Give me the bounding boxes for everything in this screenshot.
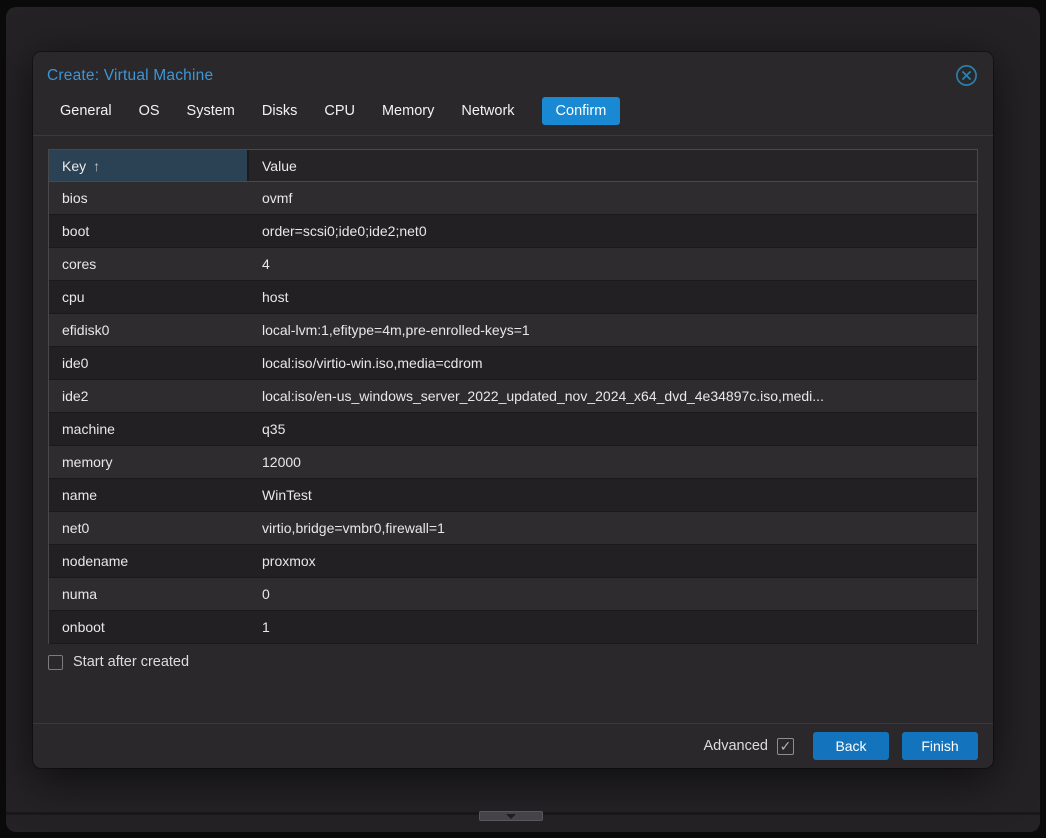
create-vm-dialog: Create: Virtual Machine General OS System D… (33, 52, 993, 768)
table-header-row: Key ↑ Value (49, 150, 977, 182)
finish-button[interactable]: Finish (902, 732, 978, 760)
table-row[interactable]: cpuhost (49, 281, 977, 314)
cell-key: name (49, 479, 249, 511)
cell-key: net0 (49, 512, 249, 544)
cell-key: ide0 (49, 347, 249, 379)
tab-disks[interactable]: Disks (262, 97, 297, 125)
start-after-created-checkbox[interactable] (48, 655, 63, 670)
cell-value: q35 (249, 413, 977, 445)
table-row[interactable]: ide0local:iso/virtio-win.iso,media=cdrom (49, 347, 977, 380)
cell-value: order=scsi0;ide0;ide2;net0 (249, 215, 977, 247)
cell-value: ovmf (249, 182, 977, 214)
cell-value: 0 (249, 578, 977, 610)
advanced-label: Advanced (704, 738, 769, 754)
cell-value: local-lvm:1,efitype=4m,pre-enrolled-keys… (249, 314, 977, 346)
tab-bar: General OS System Disks CPU Memory Network Conf… (33, 93, 993, 136)
start-after-created-row: Start after created (48, 654, 978, 670)
grid-body: biosovmfbootorder=scsi0;ide0;ide2;net0co… (49, 182, 977, 644)
chevron-down-icon (506, 814, 516, 819)
column-header-key-label: Key (62, 158, 86, 174)
table-row[interactable]: nodenameproxmox (49, 545, 977, 578)
confirm-settings-table: Key ↑ Value biosovmfbootorder=scsi0;ide0… (48, 149, 978, 644)
cell-key: efidisk0 (49, 314, 249, 346)
table-row[interactable]: cores4 (49, 248, 977, 281)
panel-collapse-handle[interactable] (479, 811, 543, 821)
cell-value: proxmox (249, 545, 977, 577)
dialog-header: Create: Virtual Machine (33, 52, 993, 93)
column-header-key[interactable]: Key ↑ (49, 150, 249, 181)
cell-value: WinTest (249, 479, 977, 511)
table-row[interactable]: net0virtio,bridge=vmbr0,firewall=1 (49, 512, 977, 545)
table-row[interactable]: machineq35 (49, 413, 977, 446)
cell-value: host (249, 281, 977, 313)
tab-cpu[interactable]: CPU (324, 97, 355, 125)
start-after-created-label: Start after created (73, 654, 189, 670)
dialog-body: Key ↑ Value biosovmfbootorder=scsi0;ide0… (33, 136, 993, 723)
cell-key: memory (49, 446, 249, 478)
page-background: Create: Virtual Machine General OS System D… (6, 7, 1040, 832)
dialog-title: Create: Virtual Machine (47, 67, 213, 85)
table-row[interactable]: bootorder=scsi0;ide0;ide2;net0 (49, 215, 977, 248)
table-row[interactable]: numa0 (49, 578, 977, 611)
cell-key: cores (49, 248, 249, 280)
cell-value: local:iso/en-us_windows_server_2022_upda… (249, 380, 977, 412)
table-row[interactable]: efidisk0local-lvm:1,efitype=4m,pre-enrol… (49, 314, 977, 347)
close-icon[interactable] (954, 64, 978, 88)
tab-network[interactable]: Network (461, 97, 514, 125)
table-row[interactable]: nameWinTest (49, 479, 977, 512)
advanced-toggle-wrap: Advanced ✓ (704, 738, 795, 755)
sort-ascending-icon: ↑ (93, 158, 100, 174)
cell-value: 4 (249, 248, 977, 280)
cell-key: numa (49, 578, 249, 610)
tab-general[interactable]: General (60, 97, 112, 125)
cell-key: onboot (49, 611, 249, 643)
tab-memory[interactable]: Memory (382, 97, 434, 125)
cell-key: machine (49, 413, 249, 445)
tab-system[interactable]: System (187, 97, 235, 125)
tab-confirm[interactable]: Confirm (542, 97, 621, 125)
table-row[interactable]: biosovmf (49, 182, 977, 215)
advanced-checkbox[interactable]: ✓ (777, 738, 794, 755)
cell-key: cpu (49, 281, 249, 313)
cell-value: virtio,bridge=vmbr0,firewall=1 (249, 512, 977, 544)
cell-value: 12000 (249, 446, 977, 478)
back-button[interactable]: Back (813, 732, 889, 760)
cell-value: local:iso/virtio-win.iso,media=cdrom (249, 347, 977, 379)
dialog-footer: Advanced ✓ Back Finish (33, 723, 993, 768)
cell-value: 1 (249, 611, 977, 643)
cell-key: ide2 (49, 380, 249, 412)
table-row[interactable]: ide2local:iso/en-us_windows_server_2022_… (49, 380, 977, 413)
table-row[interactable]: memory12000 (49, 446, 977, 479)
cell-key: nodename (49, 545, 249, 577)
tab-os[interactable]: OS (139, 97, 160, 125)
column-header-value-label: Value (262, 158, 297, 174)
column-header-value[interactable]: Value (249, 150, 977, 181)
cell-key: bios (49, 182, 249, 214)
cell-key: boot (49, 215, 249, 247)
table-row[interactable]: onboot1 (49, 611, 977, 644)
